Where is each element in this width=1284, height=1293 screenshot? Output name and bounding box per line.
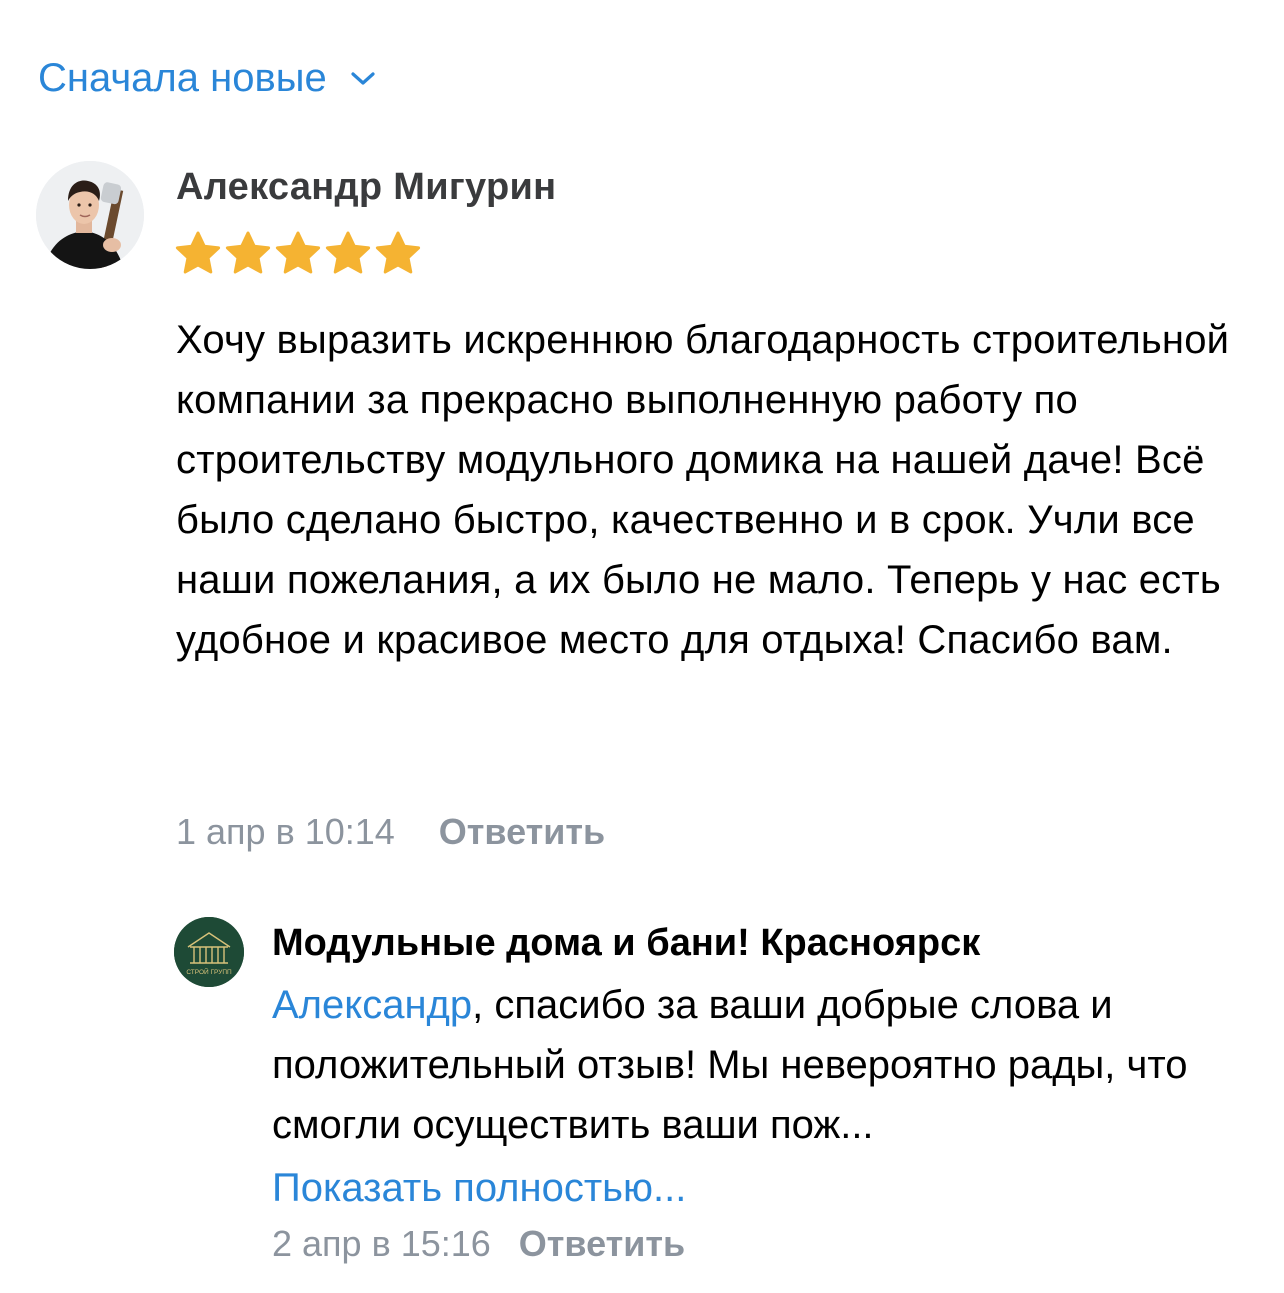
star-icon [325, 231, 371, 274]
chevron-down-icon [351, 72, 375, 85]
star-icon [175, 231, 221, 274]
star-icon [375, 231, 421, 274]
logo-text: СТРОЙ ГРУПП [186, 967, 232, 976]
review-text: Хочу выразить искреннюю благодарность ст… [176, 318, 1230, 662]
response-meta: 2 апр в 15:16 Ответить [272, 1220, 685, 1268]
review-author-name[interactable]: Александр Мигурин [176, 162, 556, 212]
group-logo: СТРОЙ ГРУПП [174, 917, 244, 987]
reply-button[interactable]: Ответить [519, 1220, 685, 1268]
avatar[interactable] [36, 161, 144, 269]
response-text: Александр, спасибо за ваши добрые слова … [272, 975, 1232, 1155]
rating-stars [174, 230, 422, 276]
response-author-name[interactable]: Модульные дома и бани! Красноярск [272, 917, 980, 969]
user-photo [36, 161, 144, 269]
mention-link[interactable]: Александр [272, 983, 472, 1027]
star-icon [225, 231, 271, 274]
review-meta: 1 апр в 10:14 Ответить [176, 808, 605, 856]
sort-label: Сначала новые [38, 56, 327, 100]
show-more-link[interactable]: Показать полностью... [272, 1160, 686, 1216]
sort-dropdown[interactable]: Сначала новые [38, 52, 377, 104]
group-avatar[interactable]: СТРОЙ ГРУПП [174, 917, 244, 987]
response-timestamp[interactable]: 2 апр в 15:16 [272, 1220, 491, 1268]
reply-button[interactable]: Ответить [439, 808, 605, 856]
review-timestamp[interactable]: 1 апр в 10:14 [176, 808, 395, 856]
star-icon [275, 231, 321, 274]
